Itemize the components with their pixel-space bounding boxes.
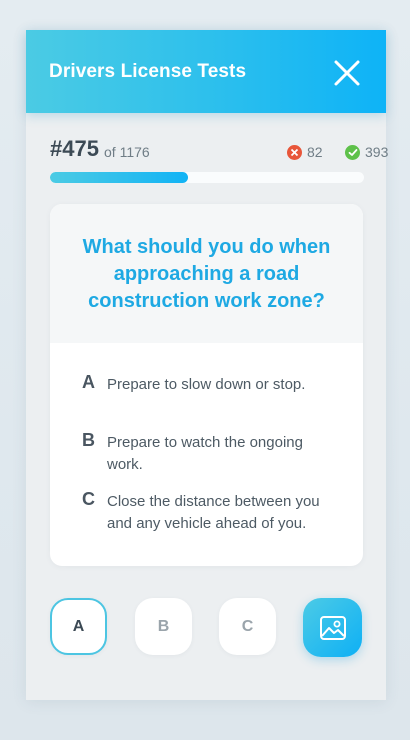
answer-letter: A [82,372,95,392]
progress-row: #475 of 1176 82 393 [50,134,388,164]
header-bar: Drivers License Tests [26,30,386,113]
answer-letter: C [82,489,95,509]
answer-option-b[interactable]: B Prepare to watch the ongoing work. [82,430,342,476]
choice-button-c[interactable]: C [219,598,276,655]
choice-button-b[interactable]: B [135,598,192,655]
correct-count-value: 393 [365,144,389,160]
question-number: #475 [50,136,99,161]
quiz-card: Drivers License Tests #475 of 1176 82 39… [26,30,388,700]
close-button[interactable] [332,58,362,88]
check-icon [345,144,360,160]
app-title: Drivers License Tests [49,61,247,82]
question-card: What should you do when approaching a ro… [50,204,363,566]
image-icon [319,615,346,640]
question-text: What should you do when approaching a ro… [82,236,331,312]
answer-text: Close the distance between you and any v… [107,493,320,532]
wrong-icon [287,144,302,160]
answer-text: Prepare to watch the ongoing work. [107,434,303,473]
progress-bar-fill [50,172,189,183]
answer-text: Prepare to slow down or stop. [107,376,306,393]
answer-option-c[interactable]: C Close the distance between you and any… [82,489,342,535]
answer-option-a[interactable]: A Prepare to slow down or stop. [82,372,342,396]
show-image-button[interactable] [303,598,362,657]
wrong-count: 82 [287,144,323,160]
progress-bar [50,172,364,183]
choice-button-a[interactable]: A [50,598,107,655]
question-total: of 1176 [104,144,150,160]
correct-count: 393 [345,144,388,160]
answer-letter: B [82,430,95,450]
wrong-count-value: 82 [307,144,323,160]
question-header: What should you do when approaching a ro… [50,204,363,343]
close-icon [334,60,360,86]
